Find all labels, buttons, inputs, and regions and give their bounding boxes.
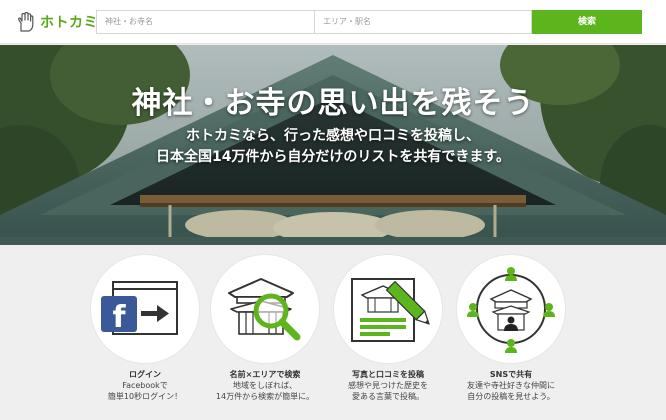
feature-post-title: 写真と口コミを投稿 (352, 370, 424, 379)
feature-login-desc2: 簡単10秒ログイン！ (107, 392, 183, 401)
feature-sns-title: SNSで共有 (489, 370, 533, 379)
hero-subtitle-line2: 日本全国14万件から自分だけのリストを共有できます。 (155, 149, 511, 165)
feature-search-desc2: 14万件から検索が簡単に。 (215, 392, 315, 401)
area-search-input[interactable]: エリア・駅名 (314, 10, 532, 34)
praying-hand-icon (18, 11, 34, 32)
logo[interactable]: ホトカミ (15, 10, 98, 34)
features-section: f ログイン Facebookで 簡単10秒ログイン！ 名前×エリアで検索 地域… (0, 245, 666, 420)
feature-search: 名前×エリアで検索 地域をしぼれば、 14万件から検索が簡単に。 (210, 255, 320, 402)
photo-post-icon (351, 278, 430, 342)
shrine-name-search-input[interactable]: 神社・お寺名 (96, 10, 314, 34)
feature-search-desc1: 地域をしぼれば、 (233, 381, 297, 390)
feature-search-circle (211, 255, 319, 363)
feature-sns: SNSで共有 友達や寺社好きな仲間に 自分の投稿を見せよう。 (456, 255, 566, 402)
feature-sns-circle (457, 255, 565, 363)
hero-title: 神社・お寺の思い出を残そう (131, 86, 535, 121)
facebook-login-icon: f (101, 281, 178, 335)
search-button[interactable]: 検索 (532, 10, 642, 34)
shrine-roof-photo (0, 45, 666, 245)
feature-post: 写真と口コミを投稿 感想や見つけた歴史を 愛ある言葉で投稿。 (333, 255, 443, 402)
feature-login: f ログイン Facebookで 簡単10秒ログイン！ (90, 255, 200, 402)
feature-post-circle (334, 255, 442, 363)
hero-banner: 神社・お寺の思い出を残そう ホトカミなら、行った感想や口コミを投稿し、 日本全国… (0, 45, 666, 245)
feature-search-title: 名前×エリアで検索 (229, 370, 301, 379)
feature-post-desc1: 感想や見つけた歴史を (348, 381, 428, 390)
hero-subtitle-line1: ホトカミなら、行った感想や口コミを投稿し、 (186, 128, 480, 144)
feature-sns-desc2: 自分の投稿を見せよう。 (467, 392, 555, 401)
feature-sns-desc1: 友達や寺社好きな仲間に (467, 381, 555, 390)
sns-share-icon (467, 267, 555, 353)
feature-login-title: ログイン (129, 370, 161, 379)
temple-search-icon (228, 278, 301, 341)
svg-text:f: f (112, 300, 126, 335)
feature-post-desc2: 愛ある言葉で投稿。 (352, 392, 424, 401)
logo-text: ホトカミ (40, 15, 98, 31)
feature-login-desc1: Facebookで (122, 381, 168, 390)
top-header: ホトカミ 神社・お寺名 エリア・駅名 検索 (0, 0, 666, 44)
feature-login-circle: f (91, 255, 199, 363)
